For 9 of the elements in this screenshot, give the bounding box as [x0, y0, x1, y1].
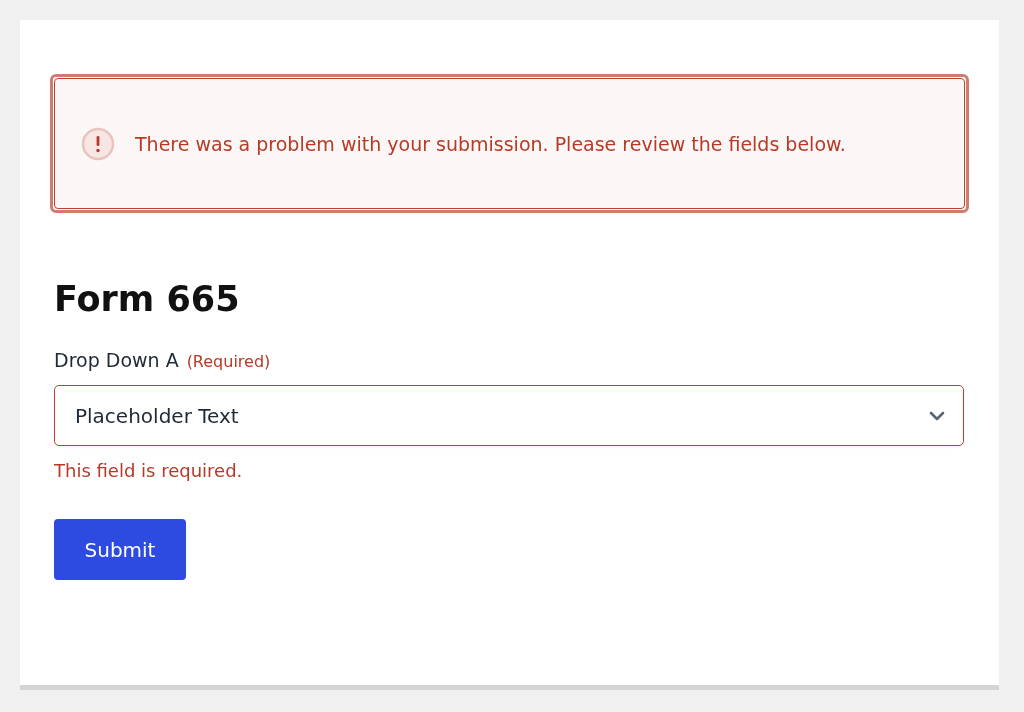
exclamation-icon: [81, 126, 115, 161]
alert-message: There was a problem with your submission. Please review the fields below.: [135, 131, 846, 157]
form-title: Form 665: [54, 278, 241, 321]
chevron-down-icon: [929, 410, 945, 421]
field-label: Drop Down A: [54, 349, 179, 371]
dropdown-field[interactable]: Placeholder Text: [54, 385, 964, 446]
submit-button[interactable]: Submit: [54, 519, 186, 580]
required-note: (Required): [186, 352, 271, 371]
error-message: This field is required.: [54, 460, 244, 481]
